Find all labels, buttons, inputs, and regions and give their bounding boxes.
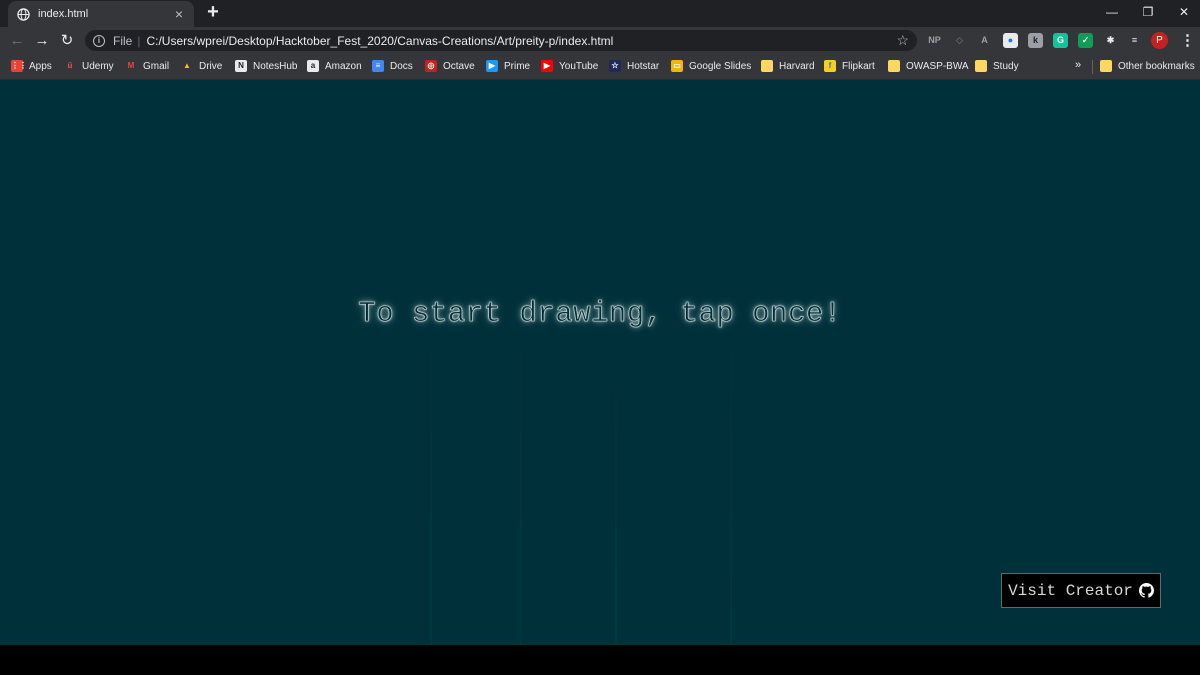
- bookmark-label: Gmail: [143, 60, 170, 72]
- globe-icon: [17, 7, 30, 21]
- bookmark-item[interactable]: f Flipkart: [824, 58, 875, 74]
- udemy-icon: ü: [64, 60, 76, 72]
- bookmark-label: Apps: [29, 60, 52, 72]
- bookmark-label: NotesHub: [253, 60, 298, 72]
- noteshub-icon: N: [235, 60, 247, 72]
- browser-tab[interactable]: index.html ×: [8, 1, 194, 27]
- k-extension-icon[interactable]: k: [1028, 33, 1043, 48]
- bookmark-label: Docs: [390, 60, 413, 72]
- browser-menu-icon[interactable]: ⋮: [1180, 30, 1195, 51]
- github-icon: [1138, 583, 1154, 598]
- bookmark-label: Drive: [199, 60, 223, 72]
- youtube-icon: ▶: [541, 60, 553, 72]
- bookmark-star-icon[interactable]: ☆: [896, 32, 909, 49]
- other-bookmarks[interactable]: Other bookmarks: [1100, 58, 1195, 74]
- bookmark-label: Udemy: [82, 60, 114, 72]
- bookmark-label: Amazon: [325, 60, 362, 72]
- url-separator: |: [137, 33, 141, 48]
- folder-icon: [888, 60, 900, 72]
- other-bookmarks-label: Other bookmarks: [1118, 60, 1195, 72]
- bookmark-item[interactable]: ◎ Octave: [425, 58, 475, 74]
- puzzle-extensions-icon[interactable]: ✱: [1103, 33, 1118, 48]
- bookmarks-bar: ⋮⋮ Apps ü Udemy M Gmail ▲ Drive N NotesHub a Amazon…: [0, 54, 1200, 80]
- scheme-label: File: [113, 33, 133, 48]
- back-button[interactable]: ←: [7, 31, 27, 51]
- restore-button[interactable]: ❐: [1128, 0, 1168, 27]
- bookmark-item[interactable]: ▲ Drive: [181, 58, 222, 74]
- bookmark-label: Harvard: [779, 60, 815, 72]
- bookmark-label: Flipkart: [842, 60, 875, 72]
- new-tab-button[interactable]: +: [203, 2, 223, 23]
- tab-close-icon[interactable]: ×: [172, 7, 186, 21]
- bookmark-label: Hotstar: [627, 60, 660, 72]
- profile-avatar[interactable]: P: [1151, 32, 1168, 49]
- docs-icon: ≡: [372, 60, 384, 72]
- pdf-extension-icon[interactable]: A: [977, 33, 992, 48]
- octave-icon: ◎: [425, 60, 437, 72]
- bookmark-label: Study: [993, 60, 1019, 72]
- taskbar-strip: [0, 645, 1200, 675]
- bookmark-label: OWASP-BWA: [906, 60, 969, 72]
- bookmark-item[interactable]: ▭ Google Slides: [671, 58, 751, 74]
- bookmark-item[interactable]: a Amazon: [307, 58, 362, 74]
- gmail-icon: M: [125, 60, 137, 72]
- bookmark-item[interactable]: ⋮⋮ Apps: [11, 58, 52, 74]
- bookmarks-divider: [1092, 60, 1093, 74]
- bookmark-label: YouTube: [559, 60, 599, 72]
- bookmark-item[interactable]: OWASP-BWA: [888, 58, 969, 74]
- bookmark-item[interactable]: Harvard: [761, 58, 815, 74]
- bookmark-item[interactable]: ≡ Docs: [372, 58, 413, 74]
- grammarly-extension-icon[interactable]: G: [1053, 33, 1068, 48]
- bookmark-item[interactable]: N NotesHub: [235, 58, 297, 74]
- info-icon[interactable]: i: [93, 34, 105, 47]
- start-drawing-prompt: To start drawing, tap once!: [358, 297, 842, 331]
- address-bar[interactable]: i File | C:/Users/wprei/Desktop/Hacktobe…: [85, 30, 917, 51]
- slides-icon: ▭: [671, 60, 683, 72]
- bookmark-item[interactable]: ü Udemy: [64, 58, 114, 74]
- tab-strip: index.html × + — ❐ ✕: [0, 0, 1200, 27]
- faint-stroke: [615, 330, 617, 645]
- folder-icon: [761, 60, 773, 72]
- folder-icon: [975, 60, 987, 72]
- bookmark-label: Octave: [443, 60, 475, 72]
- drive-icon: ▲: [181, 60, 193, 72]
- bookmark-item[interactable]: ☆ Hotstar: [609, 58, 659, 74]
- amazon-icon: a: [307, 60, 319, 72]
- visit-creator-label: Visit Creator: [1008, 581, 1133, 600]
- forward-button[interactable]: →: [32, 31, 52, 51]
- bookmark-item[interactable]: ▶ Prime: [486, 58, 530, 74]
- reload-button[interactable]: ↻: [57, 31, 77, 51]
- bookmarks-overflow-icon[interactable]: »: [1075, 59, 1081, 71]
- bookmark-item[interactable]: M Gmail: [125, 58, 169, 74]
- media-control-icon[interactable]: ≡: [1127, 33, 1142, 48]
- np-extension-icon[interactable]: NP: [927, 33, 942, 48]
- url-text[interactable]: C:/Users/wprei/Desktop/Hacktober_Fest_20…: [146, 34, 892, 48]
- hotstar-icon: ☆: [609, 60, 621, 72]
- bookmark-label: Google Slides: [689, 60, 752, 72]
- prime-icon: ▶: [486, 60, 498, 72]
- tab-title: index.html: [38, 8, 89, 20]
- faint-stroke: [730, 330, 732, 645]
- faint-stroke: [520, 330, 522, 645]
- code-extension-icon[interactable]: ◇: [952, 33, 967, 48]
- chrome-extension-icon[interactable]: ●: [1003, 33, 1018, 48]
- faint-stroke: [430, 330, 432, 645]
- page-canvas[interactable]: To start drawing, tap once! Visit Creato…: [0, 80, 1200, 645]
- visit-creator-button[interactable]: Visit Creator: [1001, 573, 1161, 608]
- browser-toolbar: ← → ↻ i File | C:/Users/wprei/Desktop/Ha…: [0, 27, 1200, 54]
- bookmark-item[interactable]: ▶ YouTube: [541, 58, 598, 74]
- minimize-button[interactable]: —: [1092, 0, 1132, 27]
- folder-icon: [1100, 60, 1112, 72]
- shield-extension-icon[interactable]: ✓: [1078, 33, 1093, 48]
- close-window-button[interactable]: ✕: [1164, 0, 1200, 27]
- flipkart-icon: f: [824, 60, 836, 72]
- bookmark-item[interactable]: Study: [975, 58, 1019, 74]
- bookmark-label: Prime: [504, 60, 531, 72]
- apps-grid-icon: ⋮⋮: [11, 60, 27, 72]
